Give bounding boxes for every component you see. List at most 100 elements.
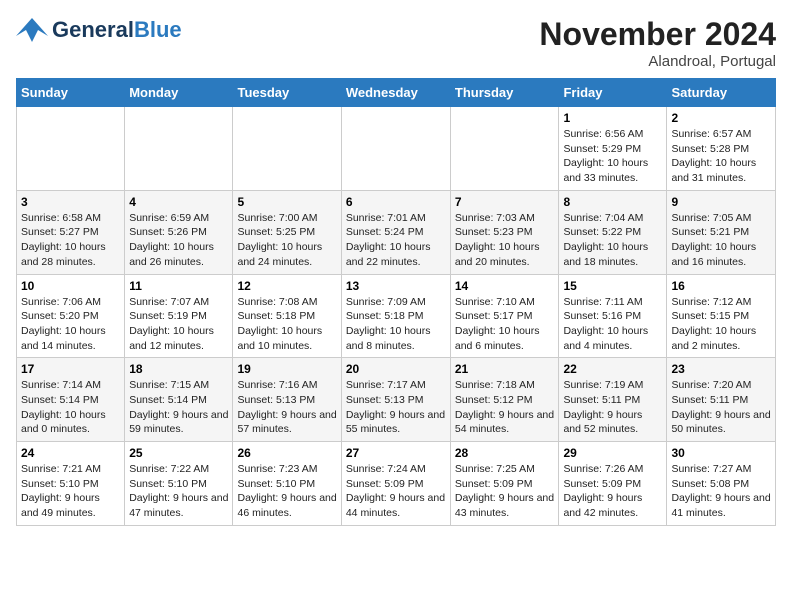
header-cell-monday: Monday <box>125 79 233 107</box>
day-number: 16 <box>671 279 771 293</box>
day-cell <box>341 107 450 191</box>
day-info: Sunrise: 7:01 AM Sunset: 5:24 PM Dayligh… <box>346 211 446 270</box>
day-cell: 26Sunrise: 7:23 AM Sunset: 5:10 PM Dayli… <box>233 442 341 526</box>
day-info: Sunrise: 7:08 AM Sunset: 5:18 PM Dayligh… <box>237 295 336 354</box>
day-cell: 18 Sunrise: 7:15 AM Sunset: 5:14 PM Dayli… <box>125 358 233 442</box>
day-info: Sunrise: 7:25 AM Sunset: 5:09 PM Dayligh… <box>455 462 555 521</box>
day-cell: 17Sunrise: 7:14 AM Sunset: 5:14 PM Dayli… <box>17 358 125 442</box>
day-info: Sunrise: 7:11 AM Sunset: 5:16 PM Dayligh… <box>563 295 662 354</box>
day-number: 21 <box>455 362 555 376</box>
day-info: Sunrise: 7:19 AM Sunset: 5:11 PM Dayligh… <box>563 378 662 437</box>
logo: GeneralBlue <box>16 16 182 44</box>
header-cell-wednesday: Wednesday <box>341 79 450 107</box>
day-number: 22 <box>563 362 662 376</box>
day-cell: 10 Sunrise: 7:06 AM Sunset: 5:20 PM Dayli… <box>17 274 125 358</box>
day-number: 28 <box>455 446 555 460</box>
day-number: 11 <box>129 279 228 293</box>
day-number: 15 <box>563 279 662 293</box>
day-cell: 1 Sunrise: 6:56 AM Sunset: 5:29 PM Daylig… <box>559 107 667 191</box>
day-cell <box>125 107 233 191</box>
day-info: Sunrise: 7:24 AM Sunset: 5:09 PM Dayligh… <box>346 462 446 521</box>
day-cell: 3Sunrise: 6:58 AM Sunset: 5:27 PM Daylig… <box>17 190 125 274</box>
day-cell <box>450 107 559 191</box>
day-number: 26 <box>237 446 336 460</box>
day-number: 8 <box>563 195 662 209</box>
day-info: Sunrise: 7:26 AM Sunset: 5:09 PM Dayligh… <box>563 462 662 521</box>
header-row: SundayMondayTuesdayWednesdayThursdayFrid… <box>17 79 776 107</box>
header-cell-friday: Friday <box>559 79 667 107</box>
day-info: Sunrise: 7:16 AM Sunset: 5:13 PM Dayligh… <box>237 378 336 437</box>
day-number: 27 <box>346 446 446 460</box>
day-number: 18 <box>129 362 228 376</box>
day-cell: 27 Sunrise: 7:24 AM Sunset: 5:09 PM Dayli… <box>341 442 450 526</box>
day-cell: 5Sunrise: 7:00 AM Sunset: 5:25 PM Daylig… <box>233 190 341 274</box>
day-number: 3 <box>21 195 120 209</box>
day-info: Sunrise: 7:17 AM Sunset: 5:13 PM Dayligh… <box>346 378 446 437</box>
logo-general: General <box>52 17 134 42</box>
day-cell: 20 Sunrise: 7:17 AM Sunset: 5:13 PM Dayli… <box>341 358 450 442</box>
week-row-2: 3Sunrise: 6:58 AM Sunset: 5:27 PM Daylig… <box>17 190 776 274</box>
day-cell: 4 Sunrise: 6:59 AM Sunset: 5:26 PM Daylig… <box>125 190 233 274</box>
page-header: GeneralBlue November 2024 Alandroal, Por… <box>16 16 776 70</box>
day-cell: 28 Sunrise: 7:25 AM Sunset: 5:09 PM Dayli… <box>450 442 559 526</box>
day-cell: 12Sunrise: 7:08 AM Sunset: 5:18 PM Dayli… <box>233 274 341 358</box>
day-cell: 14 Sunrise: 7:10 AM Sunset: 5:17 PM Dayli… <box>450 274 559 358</box>
day-info: Sunrise: 7:18 AM Sunset: 5:12 PM Dayligh… <box>455 378 555 437</box>
day-cell: 11 Sunrise: 7:07 AM Sunset: 5:19 PM Dayli… <box>125 274 233 358</box>
header-cell-sunday: Sunday <box>17 79 125 107</box>
header-cell-saturday: Saturday <box>667 79 776 107</box>
day-cell <box>233 107 341 191</box>
day-cell: 19 Sunrise: 7:16 AM Sunset: 5:13 PM Dayli… <box>233 358 341 442</box>
day-info: Sunrise: 6:59 AM Sunset: 5:26 PM Dayligh… <box>129 211 228 270</box>
logo-bird-icon <box>16 16 48 44</box>
day-number: 25 <box>129 446 228 460</box>
day-info: Sunrise: 7:10 AM Sunset: 5:17 PM Dayligh… <box>455 295 555 354</box>
day-info: Sunrise: 7:04 AM Sunset: 5:22 PM Dayligh… <box>563 211 662 270</box>
day-cell: 29 Sunrise: 7:26 AM Sunset: 5:09 PM Dayli… <box>559 442 667 526</box>
logo-blue: Blue <box>134 17 182 42</box>
day-info: Sunrise: 7:22 AM Sunset: 5:10 PM Dayligh… <box>129 462 228 521</box>
day-number: 2 <box>671 111 771 125</box>
day-info: Sunrise: 7:06 AM Sunset: 5:20 PM Dayligh… <box>21 295 120 354</box>
day-number: 29 <box>563 446 662 460</box>
calendar-body: 1 Sunrise: 6:56 AM Sunset: 5:29 PM Daylig… <box>17 107 776 526</box>
day-number: 9 <box>671 195 771 209</box>
day-number: 4 <box>129 195 228 209</box>
header-cell-tuesday: Tuesday <box>233 79 341 107</box>
day-number: 1 <box>563 111 662 125</box>
day-number: 23 <box>671 362 771 376</box>
day-info: Sunrise: 6:57 AM Sunset: 5:28 PM Dayligh… <box>671 127 771 186</box>
day-cell: 30 Sunrise: 7:27 AM Sunset: 5:08 PM Dayli… <box>667 442 776 526</box>
title-area: November 2024 Alandroal, Portugal <box>539 16 776 70</box>
calendar-table: SundayMondayTuesdayWednesdayThursdayFrid… <box>16 78 776 526</box>
day-number: 20 <box>346 362 446 376</box>
header-cell-thursday: Thursday <box>450 79 559 107</box>
day-info: Sunrise: 7:14 AM Sunset: 5:14 PM Dayligh… <box>21 378 120 437</box>
day-info: Sunrise: 7:07 AM Sunset: 5:19 PM Dayligh… <box>129 295 228 354</box>
day-number: 14 <box>455 279 555 293</box>
day-info: Sunrise: 6:56 AM Sunset: 5:29 PM Dayligh… <box>563 127 662 186</box>
day-cell: 7Sunrise: 7:03 AM Sunset: 5:23 PM Daylig… <box>450 190 559 274</box>
day-number: 19 <box>237 362 336 376</box>
day-cell: 13 Sunrise: 7:09 AM Sunset: 5:18 PM Dayli… <box>341 274 450 358</box>
day-info: Sunrise: 7:15 AM Sunset: 5:14 PM Dayligh… <box>129 378 228 437</box>
day-number: 10 <box>21 279 120 293</box>
day-number: 13 <box>346 279 446 293</box>
day-cell: 16 Sunrise: 7:12 AM Sunset: 5:15 PM Dayli… <box>667 274 776 358</box>
day-number: 24 <box>21 446 120 460</box>
week-row-3: 10 Sunrise: 7:06 AM Sunset: 5:20 PM Dayli… <box>17 274 776 358</box>
day-cell: 24Sunrise: 7:21 AM Sunset: 5:10 PM Dayli… <box>17 442 125 526</box>
day-info: Sunrise: 7:03 AM Sunset: 5:23 PM Dayligh… <box>455 211 555 270</box>
week-row-1: 1 Sunrise: 6:56 AM Sunset: 5:29 PM Daylig… <box>17 107 776 191</box>
day-info: Sunrise: 7:12 AM Sunset: 5:15 PM Dayligh… <box>671 295 771 354</box>
day-cell: 15 Sunrise: 7:11 AM Sunset: 5:16 PM Dayli… <box>559 274 667 358</box>
day-info: Sunrise: 7:27 AM Sunset: 5:08 PM Dayligh… <box>671 462 771 521</box>
day-info: Sunrise: 7:00 AM Sunset: 5:25 PM Dayligh… <box>237 211 336 270</box>
day-cell: 25 Sunrise: 7:22 AM Sunset: 5:10 PM Dayli… <box>125 442 233 526</box>
day-number: 30 <box>671 446 771 460</box>
day-info: Sunrise: 7:09 AM Sunset: 5:18 PM Dayligh… <box>346 295 446 354</box>
month-title: November 2024 <box>539 16 776 53</box>
day-cell: 6Sunrise: 7:01 AM Sunset: 5:24 PM Daylig… <box>341 190 450 274</box>
day-cell: 23Sunrise: 7:20 AM Sunset: 5:11 PM Dayli… <box>667 358 776 442</box>
day-cell: 22 Sunrise: 7:19 AM Sunset: 5:11 PM Dayli… <box>559 358 667 442</box>
